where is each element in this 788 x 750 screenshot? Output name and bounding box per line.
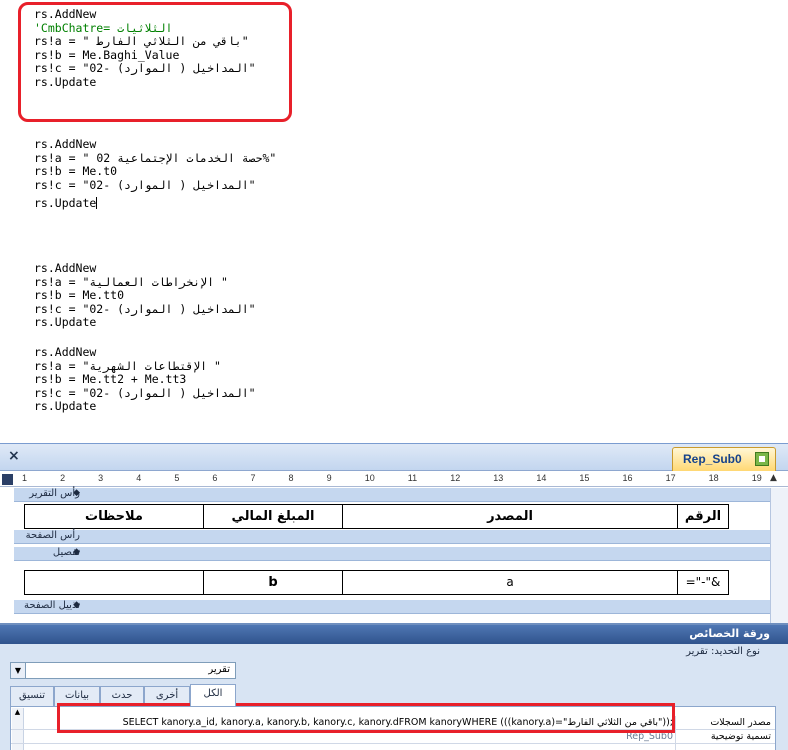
code-line[interactable]: rs.Update	[34, 197, 96, 211]
close-icon[interactable]: ×	[8, 448, 20, 464]
section-bar-report-header[interactable]: ◆ رأس التقرير	[14, 487, 770, 502]
code-block-2: rs.AddNew rs!a = " حصة الخدمات الإجتماعي…	[34, 137, 276, 211]
chevron-down-icon[interactable]: ▼	[11, 663, 26, 678]
ruler-tick-label: 15	[579, 473, 590, 483]
ruler-tick-label: 18	[708, 473, 719, 483]
ruler-tick-label: 1	[22, 473, 28, 483]
code-block-4: rs.AddNew rs!a = "الإقتطاعات الشهرية " r…	[34, 345, 256, 414]
code-line[interactable]: rs.Update	[34, 400, 256, 414]
section-label: تذييل الصفحة	[24, 600, 80, 611]
report-selector-box[interactable]	[2, 474, 13, 485]
object-selector-value: تقرير	[208, 664, 230, 675]
code-line[interactable]: rs!b = Me.t0	[34, 165, 276, 179]
textbox-source[interactable]: a	[342, 570, 678, 595]
property-name	[675, 744, 775, 750]
ruler-tick-label: 11	[407, 473, 418, 483]
ruler-tick-label: 4	[136, 473, 142, 483]
code-line[interactable]: rs!c = "02- المداخيل ( الموارد)"	[34, 302, 256, 317]
code-line[interactable]: rs.Update	[34, 316, 256, 330]
selection-type-label: نوع التحديد: تقرير	[686, 646, 760, 657]
ruler-tick-label: 12	[450, 473, 461, 483]
caption-name: تسمية توضيحية	[675, 730, 775, 744]
ruler-tick-label: 8	[288, 473, 294, 483]
ruler-tick-label: 5	[174, 473, 180, 483]
ruler-tick-label: 9	[326, 473, 332, 483]
report-design-window: × Rep_Sub0 1 2 3 4 5 6 7 8 9 10 11 12 13 14 15 16 17 18 19…	[0, 443, 788, 624]
label-notes[interactable]: ملاحظات	[24, 504, 204, 529]
code-line[interactable]: rs!c = "02- المداخيل ( الموارد)"	[34, 62, 256, 76]
section-label: رأس التقرير	[29, 488, 80, 499]
ruler-tick-label: 16	[622, 473, 633, 483]
header-row: ملاحظات المبلغ المالي المصدر الرقم	[24, 504, 770, 529]
record-source-name: مصدر السجلات	[675, 716, 775, 730]
textbox-amount[interactable]: b	[203, 570, 343, 595]
report-tab-strip: × Rep_Sub0	[0, 444, 788, 471]
code-block-3: rs.AddNew rs!a = "الإنخراطات العمالية " …	[34, 261, 256, 330]
tab-rep-sub0[interactable]: Rep_Sub0	[672, 447, 776, 471]
section-label: تفصيل	[52, 547, 80, 558]
tab-label: Rep_Sub0	[683, 452, 742, 466]
ruler-scale: 1 2 3 4 5 6 7 8 9 10 11 12 13 14 15 16 17 18 19	[22, 473, 762, 486]
tab-all[interactable]: الكل	[190, 684, 236, 706]
highlight-box-sql	[57, 703, 675, 733]
text-caret	[96, 197, 98, 210]
code-line[interactable]: rs!b = Me.Baghi_Value	[34, 48, 256, 63]
code-line[interactable]: rs.AddNew	[34, 345, 256, 360]
property-sheet-title: ورقة الخصائص	[689, 627, 770, 640]
ruler-tick-label: 19	[751, 473, 762, 483]
section-label: رأس الصفحة	[25, 530, 80, 541]
code-line[interactable]: rs!a = " باقي من الثلاثي الفارط"	[34, 35, 256, 49]
report-canvas[interactable]: ◆ رأس التقرير ملاحظات المبلغ المالي المص…	[14, 487, 770, 624]
ruler-tick-label: 2	[60, 473, 66, 483]
ruler-tick-label: 3	[98, 473, 104, 483]
label-amount[interactable]: المبلغ المالي	[203, 504, 343, 529]
section-bar-page-footer[interactable]: ◆ تذييل الصفحة	[14, 599, 770, 614]
code-line[interactable]: rs.AddNew	[34, 137, 276, 152]
tab-format[interactable]: تنسيق	[10, 686, 54, 706]
detail-row: b a ="-"&	[24, 570, 770, 595]
code-line[interactable]: rs!c = "02- المداخيل ( الموارد)"	[34, 178, 276, 193]
vertical-scrollbar[interactable]	[770, 488, 788, 624]
report-icon	[755, 452, 769, 466]
ruler-tick-label: 7	[250, 473, 256, 483]
code-line[interactable]: rs!a = "الإقتطاعات الشهرية "	[34, 359, 256, 374]
property-row-empty[interactable]	[11, 744, 775, 750]
section-bar-page-header[interactable]: رأس الصفحة	[14, 530, 770, 544]
code-line[interactable]: rs!a = "الإنخراطات العمالية "	[34, 275, 256, 290]
textbox-number[interactable]: ="-"&	[677, 570, 729, 595]
ruler-tick-label: 14	[536, 473, 547, 483]
property-sheet-titlebar: ورقة الخصائص	[0, 625, 788, 644]
ruler-tick-label: 13	[493, 473, 504, 483]
label-source[interactable]: المصدر	[342, 504, 678, 529]
code-line[interactable]: rs!a = " حصة الخدمات الإجتماعية 02%"	[34, 151, 276, 166]
code-line[interactable]: rs.AddNew	[34, 7, 256, 22]
vba-code-editor[interactable]: rs.AddNew 'CmbChatre= الثلاثيات rs!a = "…	[0, 0, 788, 440]
code-line[interactable]: rs.AddNew	[34, 261, 256, 276]
code-line[interactable]: rs.Update	[34, 75, 256, 90]
code-line[interactable]: rs!b = Me.tt2 + Me.tt3	[34, 373, 256, 387]
textbox-notes[interactable]	[24, 570, 204, 595]
ruler-tick-label: 10	[364, 473, 375, 483]
object-selector-dropdown[interactable]: ▼ تقرير	[10, 662, 236, 679]
horizontal-ruler: 1 2 3 4 5 6 7 8 9 10 11 12 13 14 15 16 17 18 19 ▲	[0, 472, 788, 487]
scroll-up-arrow-icon[interactable]: ▲	[770, 473, 777, 483]
ruler-tick-label: 17	[665, 473, 676, 483]
code-line-comment[interactable]: 'CmbChatre= الثلاثيات	[34, 21, 256, 36]
section-bar-detail[interactable]: ◆ تفصيل	[14, 546, 770, 561]
code-line[interactable]: rs!b = Me.tt0	[34, 289, 256, 303]
ruler-tick-label: 6	[212, 473, 218, 483]
code-line[interactable]: rs!c = "02- المداخيل ( الموارد)"	[34, 386, 256, 401]
code-block-1: rs.AddNew 'CmbChatre= الثلاثيات rs!a = "…	[34, 7, 256, 90]
label-number[interactable]: الرقم	[677, 504, 729, 529]
